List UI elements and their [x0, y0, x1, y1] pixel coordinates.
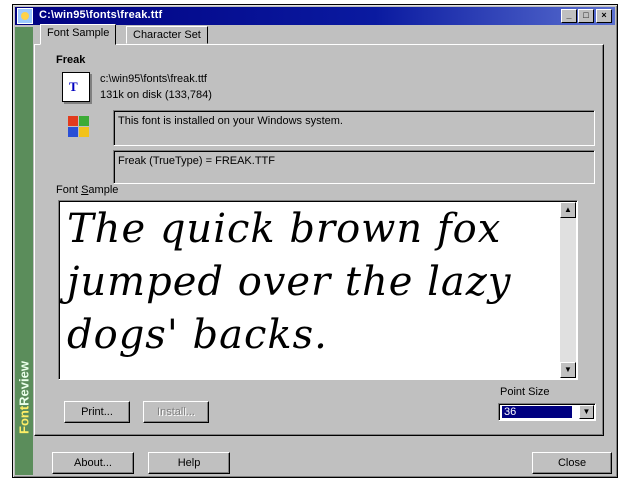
point-size-label: Point Size: [500, 386, 550, 398]
font-file-size: 131k on disk (133,784): [100, 89, 212, 101]
tab-character-set[interactable]: Character Set: [126, 26, 208, 44]
dropdown-arrow-icon[interactable]: ▼: [579, 405, 594, 419]
install-status-box: This font is installed on your Windows s…: [113, 110, 595, 146]
sample-scrollbar[interactable]: ▲ ▼: [560, 202, 576, 378]
registry-entry-text: Freak (TrueType) = FREAK.TTF: [118, 155, 275, 167]
app-icon[interactable]: [17, 8, 33, 24]
font-sample-text: The quick brown fox jumped over the lazy…: [67, 206, 512, 358]
font-name: Freak: [56, 54, 86, 66]
truetype-file-icon: T: [62, 72, 90, 102]
maximize-button[interactable]: □: [578, 9, 594, 23]
point-size-value: 36: [502, 406, 572, 418]
title-bar[interactable]: C:\win95\fonts\freak.ttf _ □ ×: [15, 7, 615, 25]
install-button[interactable]: Install...: [143, 401, 209, 423]
install-status-text: This font is installed on your Windows s…: [118, 115, 343, 127]
point-size-select[interactable]: 36 ▼: [498, 403, 596, 421]
close-window-button[interactable]: ×: [596, 9, 612, 23]
close-button[interactable]: Close: [532, 452, 612, 474]
font-sample-label: Font Sample: [56, 184, 119, 196]
about-button[interactable]: About...: [52, 452, 134, 474]
tab-font-sample[interactable]: Font Sample: [40, 24, 117, 45]
registry-entry-box: Freak (TrueType) = FREAK.TTF: [113, 150, 595, 184]
scroll-up-arrow-icon[interactable]: ▲: [560, 202, 576, 218]
minimize-button[interactable]: _: [561, 9, 577, 23]
brand-logo: FontReview: [16, 361, 32, 434]
scroll-down-arrow-icon[interactable]: ▼: [560, 362, 576, 378]
windows-logo-icon: [64, 112, 92, 142]
font-path: c:\win95\fonts\freak.ttf: [100, 73, 207, 85]
print-button[interactable]: Print...: [64, 401, 130, 423]
window-title: C:\win95\fonts\freak.ttf: [39, 9, 163, 21]
brand-sidebar: FontReview: [15, 27, 33, 475]
font-sample-box[interactable]: The quick brown fox jumped over the lazy…: [58, 200, 578, 380]
help-button[interactable]: Help: [148, 452, 230, 474]
